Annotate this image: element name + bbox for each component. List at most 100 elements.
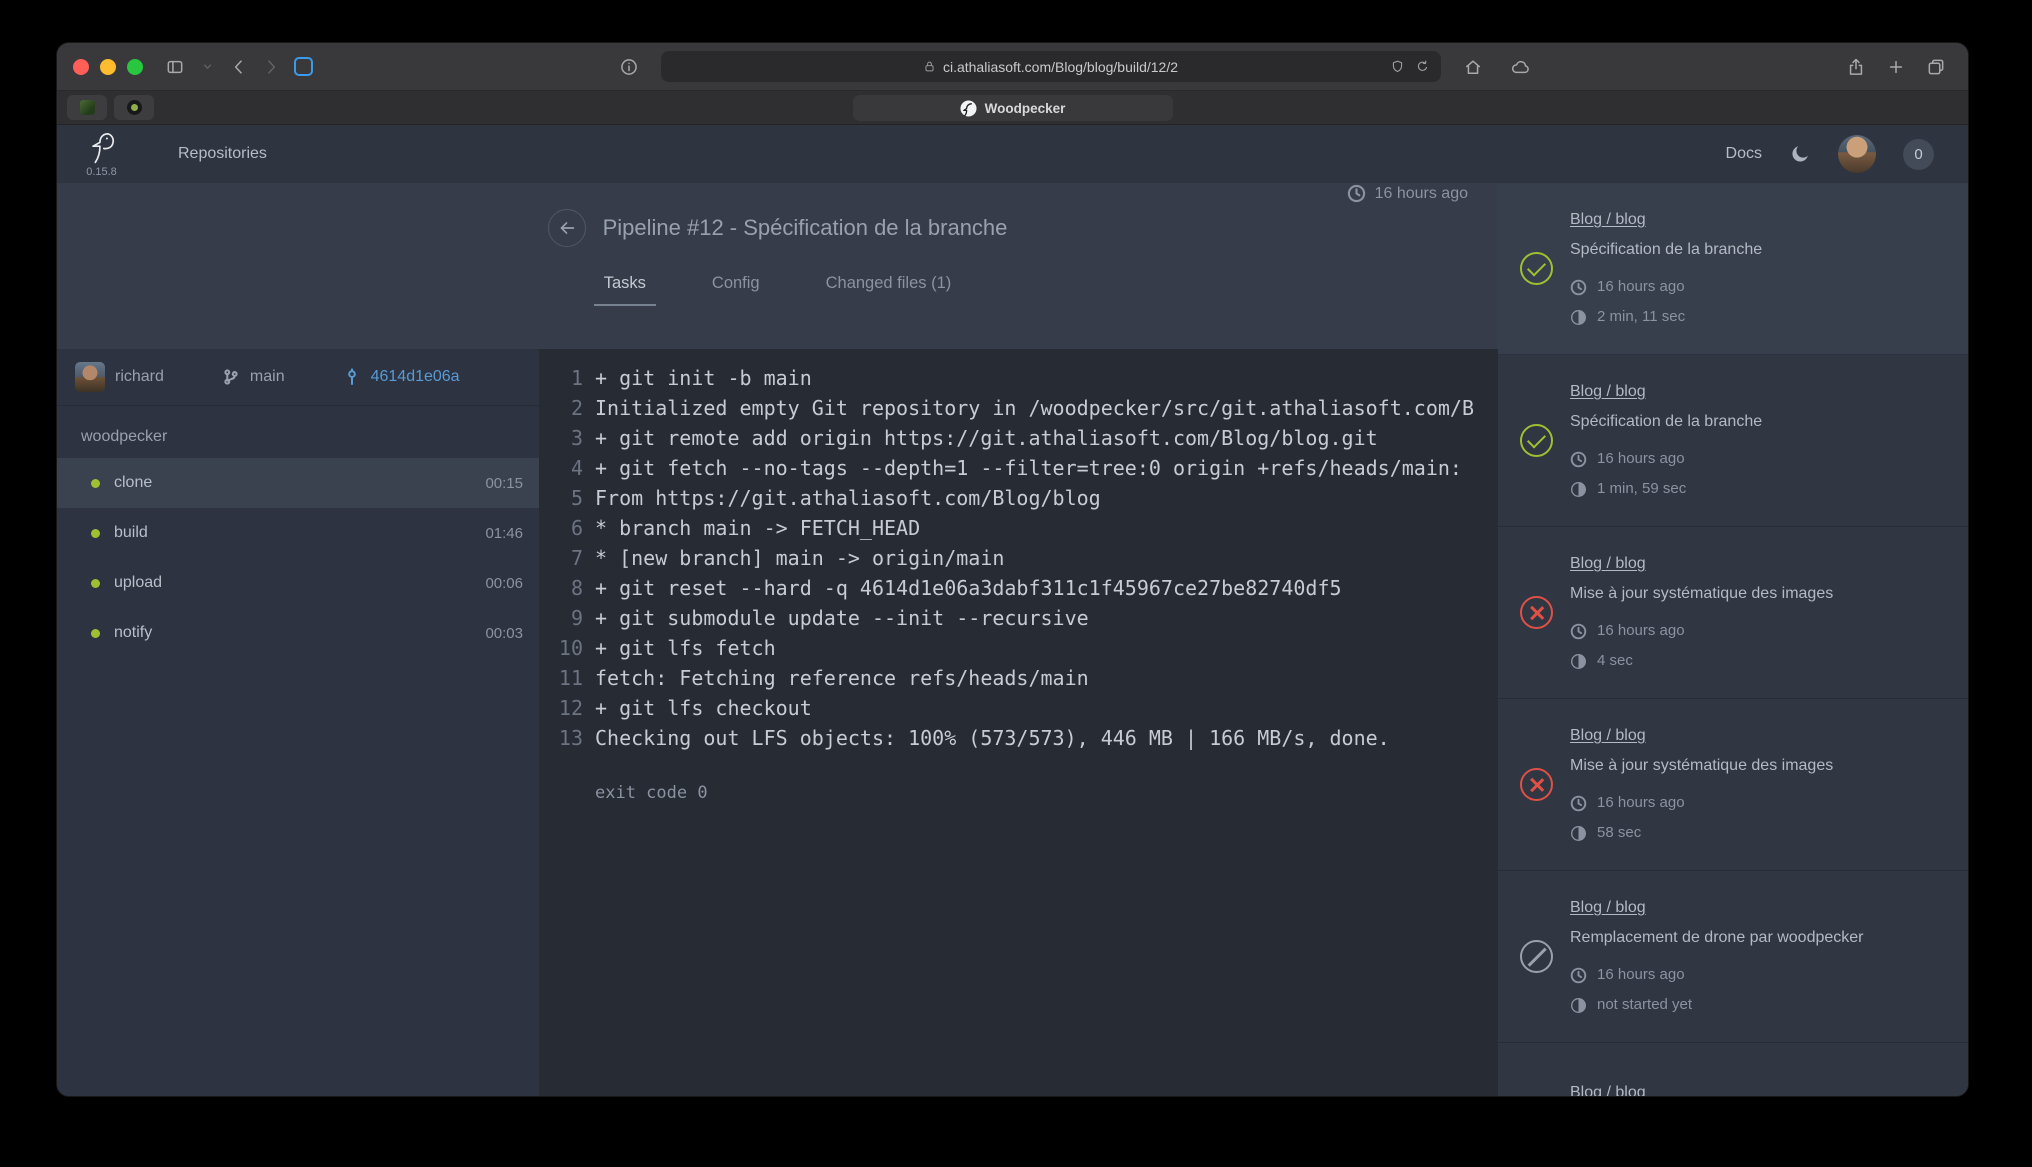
pinned-favicon-2 — [127, 100, 142, 115]
pipeline-duration: 4 sec — [1570, 651, 1833, 671]
log-line: 9 + git submodule update --init --recurs… — [539, 603, 1498, 633]
app-main: Pipeline #12 - Spécification de la branc… — [57, 183, 1968, 1096]
pipeline-duration-label: 58 sec — [1597, 823, 1641, 843]
author-avatar — [75, 362, 105, 392]
commit-message: Mise à jour systématique des images — [1570, 584, 1833, 604]
pipelines-sidebar: Blog / blog Spécification de la branche … — [1498, 183, 1968, 1096]
repo-link[interactable]: Blog / blog — [1570, 898, 1864, 918]
branch: main — [222, 368, 285, 386]
clock-icon — [1570, 451, 1587, 468]
app-navbar: 0.15.8 Repositories Docs 0 — [57, 125, 1968, 183]
step-duration: 00:03 — [485, 625, 523, 642]
back-icon[interactable] — [223, 52, 255, 82]
user-avatar[interactable] — [1838, 135, 1876, 173]
pipeline-step[interactable]: notify 00:03 — [57, 608, 539, 658]
pinned-tab-2[interactable] — [114, 95, 154, 120]
commit-hash: 4614d1e06a — [371, 368, 460, 386]
info-icon[interactable] — [613, 52, 645, 82]
privacy-badge-icon[interactable] — [1390, 59, 1405, 74]
author-name: richard — [115, 368, 164, 386]
pipeline-time: 16 hours ago — [1570, 621, 1833, 641]
queue-count-badge[interactable]: 0 — [1903, 139, 1934, 170]
pipeline-card[interactable]: Blog / blog Mise à jour systématique des… — [1498, 699, 1968, 871]
repo-link[interactable]: Blog / blog — [1570, 554, 1833, 574]
chevron-down-icon[interactable] — [191, 52, 223, 82]
pipeline-duration-label: 4 sec — [1597, 651, 1633, 671]
clock-icon — [1570, 623, 1587, 640]
steps-panel: richard main 4614d1e06a — [57, 349, 539, 1096]
duration-icon — [1570, 481, 1587, 498]
pipeline-card[interactable]: Blog / blog Spécification de la branche … — [1498, 355, 1968, 527]
nav-repositories[interactable]: Repositories — [178, 145, 267, 163]
home-icon[interactable] — [1457, 52, 1489, 82]
forward-icon[interactable] — [255, 52, 287, 82]
reload-icon[interactable] — [1415, 59, 1430, 74]
pipeline-status-icon — [1520, 596, 1553, 629]
pipeline-card-text: Blog / blog — [1570, 1083, 1646, 1096]
pipeline-tab[interactable]: Changed files (1) — [826, 274, 952, 306]
pipeline-step[interactable]: clone 00:15 — [57, 458, 539, 508]
exit-code: exit code 0 — [539, 783, 1498, 803]
pipeline-card-text: Blog / blog Spécification de la branche … — [1570, 382, 1762, 499]
step-status-dot — [91, 529, 100, 538]
log-lines: 1 + git init -b main 2 Initialized empty… — [539, 363, 1498, 753]
log-line-number: 8 — [553, 573, 583, 603]
log-line-number: 10 — [553, 633, 583, 663]
pipeline-duration-label: 2 min, 11 sec — [1597, 307, 1685, 327]
duration-icon — [1570, 825, 1587, 842]
pipeline-duration-label: not started yet — [1597, 995, 1692, 1015]
commit-link[interactable]: 4614d1e06a — [343, 368, 460, 386]
active-tab[interactable]: Woodpecker — [853, 95, 1173, 121]
tab-overview-icon[interactable] — [1920, 52, 1952, 82]
pipeline-status-icon — [1520, 940, 1553, 973]
pipeline-time-label: 16 hours ago — [1597, 449, 1685, 469]
log-line-number: 6 — [553, 513, 583, 543]
repo-link[interactable]: Blog / blog — [1570, 1083, 1646, 1096]
address-bar[interactable]: ci.athaliasoft.com/Blog/blog/build/12/2 — [661, 51, 1441, 82]
repo-link[interactable]: Blog / blog — [1570, 382, 1762, 402]
step-duration: 01:46 — [485, 525, 523, 542]
log-line: 6 * branch main -> FETCH_HEAD — [539, 513, 1498, 543]
new-tab-icon[interactable] — [1880, 52, 1912, 82]
log-line-text: + git lfs fetch — [583, 633, 776, 663]
log-line-number: 13 — [553, 723, 583, 753]
pipeline-card[interactable]: Blog / blog Mise à jour systématique des… — [1498, 527, 1968, 699]
pipeline-tab[interactable]: Tasks — [604, 274, 646, 306]
share-icon[interactable] — [1840, 52, 1872, 82]
pinned-tabs — [67, 95, 154, 120]
pipeline-card[interactable]: Blog / blog — [1498, 1043, 1968, 1096]
pipeline-card[interactable]: Blog / blog Spécification de la branche … — [1498, 183, 1968, 355]
pipeline-status-icon — [1520, 424, 1553, 457]
log-line-number: 2 — [553, 393, 583, 423]
pipeline-step[interactable]: build 01:46 — [57, 508, 539, 558]
log-line-number: 7 — [553, 543, 583, 573]
minimize-window-button[interactable] — [100, 59, 116, 75]
dark-mode-toggle-icon[interactable] — [1789, 143, 1811, 165]
pipeline-card[interactable]: Blog / blog Remplacement de drone par wo… — [1498, 871, 1968, 1043]
repo-link[interactable]: Blog / blog — [1570, 726, 1833, 746]
sidebar-icon[interactable] — [159, 52, 191, 82]
clock-icon — [1570, 279, 1587, 296]
woodpecker-logo[interactable]: 0.15.8 — [83, 130, 120, 178]
nav-docs[interactable]: Docs — [1726, 145, 1762, 163]
back-arrow-icon[interactable] — [548, 209, 586, 247]
icloud-icon[interactable] — [1505, 52, 1537, 82]
repo-link[interactable]: Blog / blog — [1570, 210, 1762, 230]
pinned-favicon-1 — [80, 100, 95, 115]
pipeline-duration: 2 min, 11 sec — [1570, 307, 1762, 327]
pipeline-header: Pipeline #12 - Spécification de la branc… — [57, 183, 1498, 349]
branch-icon — [222, 368, 240, 386]
step-status-dot — [91, 479, 100, 488]
pipeline-time: 16 hours ago — [1570, 965, 1864, 985]
pinned-tab-1[interactable] — [67, 95, 107, 120]
log-line-number: 5 — [553, 483, 583, 513]
zoom-window-button[interactable] — [127, 59, 143, 75]
log-line: 10 + git lfs fetch — [539, 633, 1498, 663]
step-name: notify — [114, 624, 152, 642]
close-window-button[interactable] — [73, 59, 89, 75]
pipeline-tab[interactable]: Config — [712, 274, 760, 306]
bookmarks-icon[interactable] — [287, 52, 319, 82]
log-line-number: 12 — [553, 693, 583, 723]
pipeline-step[interactable]: upload 00:06 — [57, 558, 539, 608]
pipeline-column: Pipeline #12 - Spécification de la branc… — [57, 183, 1498, 1096]
